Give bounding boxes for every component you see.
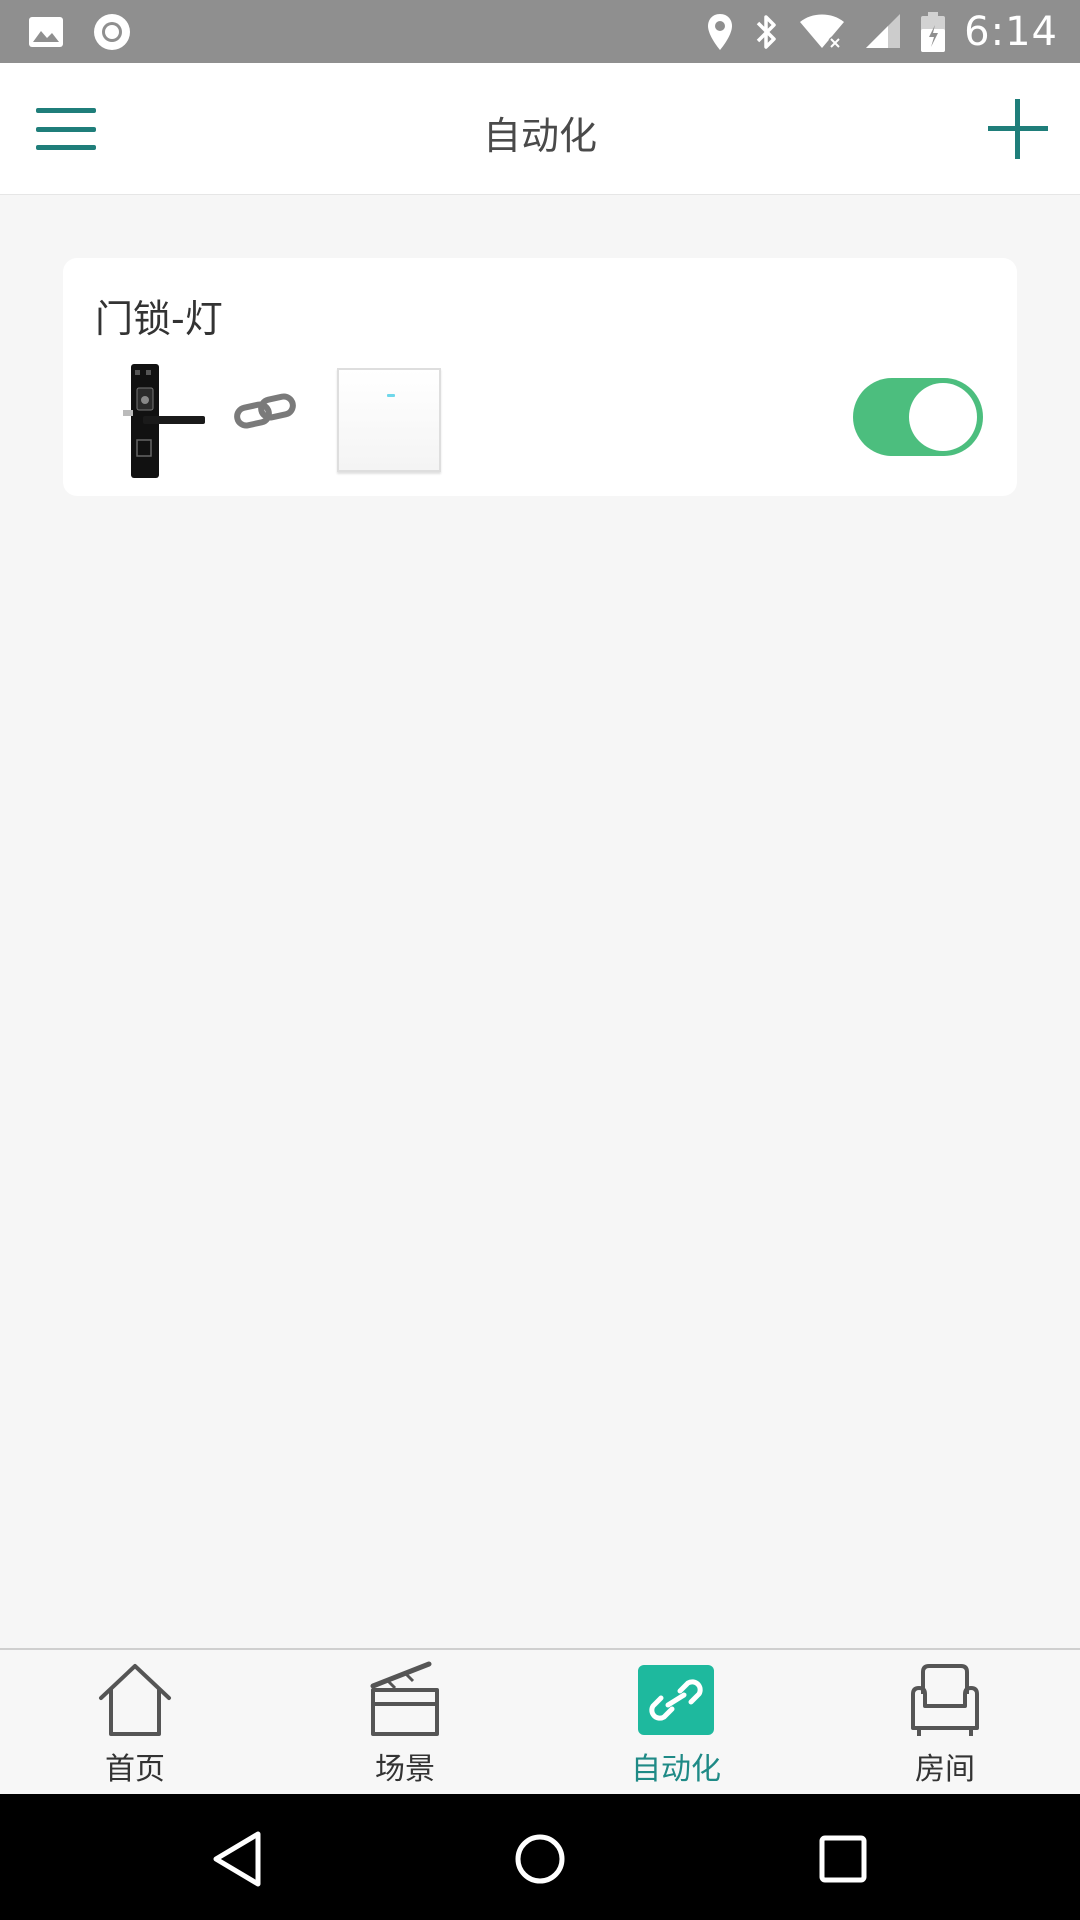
page-title: 自动化 [482, 114, 597, 158]
nav-item-scenes[interactable]: 场景 [325, 1660, 485, 1790]
wall-switch-icon [337, 368, 441, 472]
home-icon [99, 1664, 171, 1736]
status-time: 6:14 [964, 9, 1058, 55]
back-icon[interactable] [202, 1824, 272, 1894]
nav-label-scenes: 场景 [375, 1752, 435, 1787]
nav-item-rooms[interactable]: 房间 [865, 1660, 1025, 1790]
recents-icon[interactable] [808, 1824, 878, 1894]
signal-icon [866, 14, 901, 48]
location-icon [708, 14, 733, 50]
link-icon [234, 393, 296, 429]
system-nav-bar [0, 1794, 1080, 1920]
battery-icon [921, 12, 946, 52]
clapperboard-icon [370, 1661, 439, 1736]
bluetooth-icon [756, 15, 776, 49]
link-icon [638, 1665, 714, 1735]
automation-name: 门锁-灯 [95, 297, 223, 341]
nav-label-home: 首页 [105, 1752, 165, 1787]
sofa-icon [911, 1664, 979, 1736]
status-bar: 6:14 [0, 0, 1080, 63]
automation-card[interactable]: 门锁-灯 [63, 258, 1017, 496]
automation-enable-toggle[interactable] [853, 378, 983, 456]
nav-item-automation[interactable]: 自动化 [596, 1660, 756, 1790]
home-circle-icon[interactable] [505, 1824, 575, 1894]
nav-label-rooms: 房间 [915, 1752, 975, 1787]
plus-icon [988, 99, 1048, 159]
nav-item-home[interactable]: 首页 [55, 1660, 215, 1790]
record-icon [94, 14, 130, 50]
add-automation-button[interactable] [984, 95, 1052, 163]
app-bar: 自动化 [0, 63, 1080, 195]
door-lock-icon [123, 364, 205, 478]
nav-label-automation: 自动化 [631, 1752, 721, 1787]
toggle-knob [909, 383, 977, 451]
wifi-icon [800, 14, 845, 50]
image-icon [29, 17, 63, 47]
bottom-nav: 首页 场景 自动化 房间 [0, 1648, 1080, 1794]
